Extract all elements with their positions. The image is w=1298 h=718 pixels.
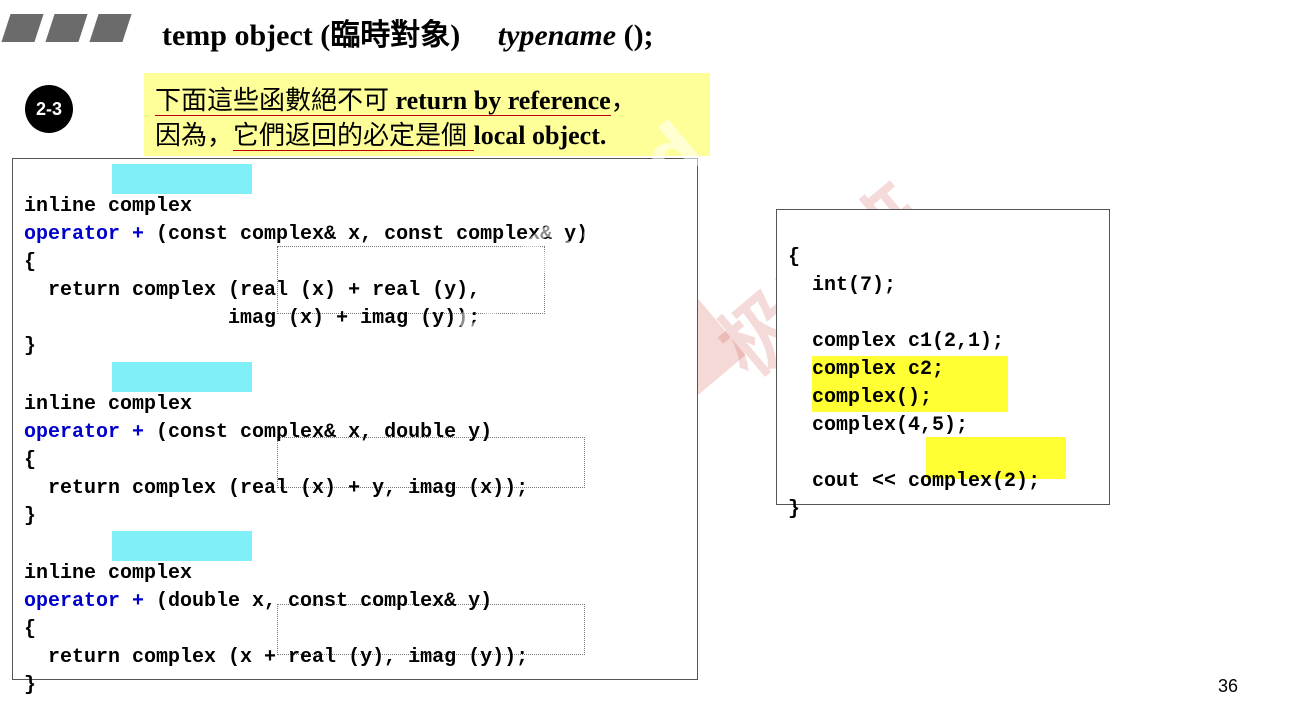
note-line-1-zh: 下面這些函數絕不可 — [155, 86, 396, 116]
close-brace: } — [788, 498, 801, 521]
note-line-2-zh-b: 它們返回的必定是個 — [233, 121, 474, 151]
type-complex: complex — [108, 195, 193, 218]
section-badge: 2-3 — [25, 85, 73, 133]
return-b: x + real (y), imag (y) — [240, 646, 505, 669]
cout-temp: complex(2) — [908, 470, 1029, 493]
return-a: return complex ( — [24, 646, 241, 669]
title-main: temp object (臨時對象) — [162, 19, 461, 52]
open-brace: { — [24, 618, 37, 641]
keyword-inline: inline — [24, 195, 109, 218]
page-number: 36 — [1218, 676, 1239, 696]
title-code: typename — [497, 19, 617, 52]
close-brace: } — [24, 674, 37, 697]
code-line: inline complex — [24, 562, 192, 585]
open-brace: { — [24, 449, 37, 472]
type-complex: complex — [108, 393, 193, 416]
cout-a: cout << — [788, 470, 909, 493]
header-decoration-bar-2 — [45, 14, 88, 42]
code-line: inline complex — [24, 195, 192, 218]
return-a: return complex ( — [24, 279, 241, 302]
complex-c1: complex c1(2,1); — [788, 330, 1005, 353]
operator-plus: operator + — [24, 421, 145, 444]
operator-plus: operator + — [24, 590, 145, 613]
note-line-1-en: return by reference — [395, 86, 611, 116]
note-line-2: 因為，它們返回的必定是個 local object. — [155, 115, 606, 152]
keyword-inline: inline — [24, 393, 109, 416]
complex-c2: complex c2; — [788, 358, 945, 381]
open-brace: { — [24, 251, 37, 274]
int-temp: int(7); — [788, 274, 897, 297]
keyword-inline: inline — [24, 562, 109, 585]
return-c: ); — [504, 646, 529, 669]
params: (double x, const complex& y) — [144, 590, 493, 613]
header-decoration-bar-1 — [1, 14, 44, 42]
return-a: return complex ( — [24, 477, 241, 500]
note-line-1-end: ， — [610, 86, 637, 115]
note-line-1: 下面這些函數絕不可 return by reference， — [155, 80, 637, 117]
close-brace: } — [24, 505, 37, 528]
code-block-3: inline complex operator + (double x, con… — [24, 532, 528, 700]
title-tail: (); — [616, 19, 654, 52]
complex-default-temp: complex(); — [812, 386, 933, 409]
return-b: real (x) + y, imag (x) — [240, 477, 505, 500]
type-complex: complex — [108, 562, 193, 585]
params: (const complex& x, double y) — [144, 421, 493, 444]
note-line-2-en: local object. — [473, 121, 607, 150]
operator-plus: operator + — [24, 223, 145, 246]
slide-title: temp object (臨時對象) typename (); — [162, 10, 654, 54]
close-brace: } — [24, 335, 37, 358]
return-c: ); — [504, 477, 529, 500]
right-code: { int(7); complex c1(2,1); complex c2; c… — [788, 216, 1040, 524]
cout-semicolon: ; — [1028, 470, 1041, 493]
open-brace: { — [788, 246, 801, 269]
code-line: inline complex — [24, 393, 192, 416]
note-line-2-zh-a: 因為， — [155, 121, 234, 150]
complex-4-5-temp: complex(4,5); — [812, 414, 969, 437]
header-decoration-bar-3 — [89, 14, 132, 42]
